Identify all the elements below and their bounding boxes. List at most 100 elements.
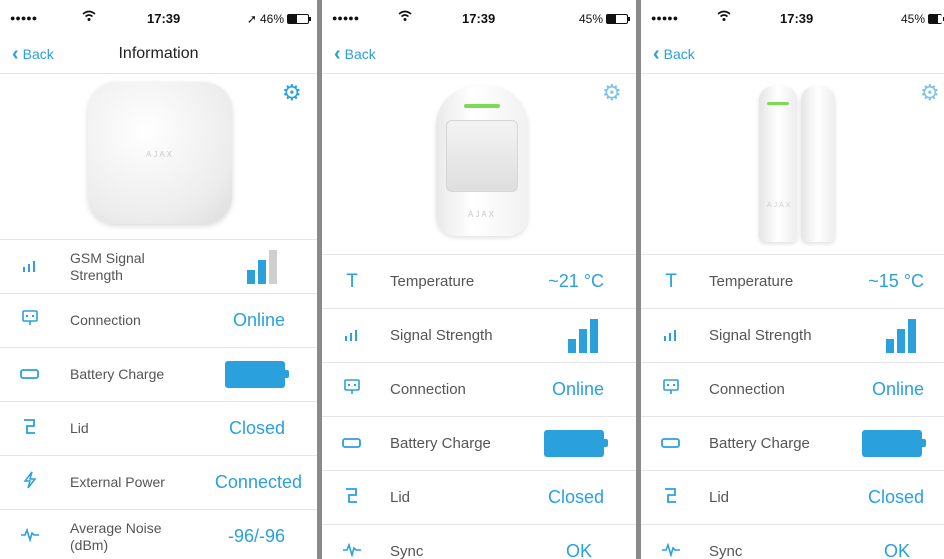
- row-label: Sync: [709, 543, 743, 559]
- wifi-icon: [717, 9, 731, 25]
- battery-status: ➚ 46%: [246, 12, 311, 26]
- battery-icon: [20, 364, 40, 385]
- row-value: ~21 °C: [548, 271, 604, 291]
- device-logo: AJAX: [145, 150, 174, 159]
- signal-strength-bars: [886, 318, 916, 353]
- location-arrow-icon: ➚: [246, 12, 257, 26]
- signal-bar-3: [269, 249, 277, 284]
- door-sensor-body-image: [759, 86, 797, 242]
- row-label: External Power: [70, 474, 165, 490]
- signal-bar-2: [897, 328, 905, 353]
- device-image-area: AJAX ⚙: [0, 74, 317, 240]
- row-label: Signal Strength: [390, 327, 493, 344]
- battery-percent: 46%: [259, 12, 284, 26]
- battery-percent: 45%: [578, 12, 603, 26]
- info-row-external-power: External Power Connected: [0, 456, 317, 510]
- signal-bar-1: [886, 338, 894, 353]
- cellular-signal-dots: ●●●●●: [332, 13, 360, 23]
- temperature-icon: T: [346, 270, 358, 292]
- chevron-left-icon: ‹: [653, 43, 660, 65]
- battery-badge: 100%: [543, 430, 609, 457]
- info-row-sync: Sync OK: [322, 525, 636, 559]
- motion-detector-image: AJAX: [436, 86, 528, 236]
- row-value: -96/-96: [227, 526, 285, 546]
- row-label: Connection: [70, 312, 141, 328]
- row-value: Online: [551, 379, 604, 399]
- row-label: Temperature: [390, 273, 475, 290]
- info-row-sync: Sync OK: [641, 525, 944, 559]
- row-label: Battery Charge: [390, 435, 491, 452]
- info-row-battery: Battery Charge 100%: [0, 348, 317, 402]
- nav-bar: ‹ Back: [641, 38, 944, 74]
- device-image-area: AJAX ⚙: [641, 74, 944, 255]
- info-row-average-noise: Average Noise (dBm) -96/-96: [0, 510, 317, 559]
- device-logo: AJAX: [467, 210, 496, 219]
- info-row-signal: Signal Strength: [322, 309, 636, 363]
- info-row-lid: Lid Closed: [0, 402, 317, 456]
- info-row-battery: Battery Charge 100%: [641, 417, 944, 471]
- row-value: Closed: [867, 487, 924, 507]
- connection-icon: [342, 378, 362, 401]
- signal-strength-bars: [247, 249, 277, 284]
- info-row-lid: Lid Closed: [322, 471, 636, 525]
- clock: 17:39: [147, 11, 181, 26]
- nav-bar: ‹ Back Information: [0, 38, 317, 74]
- gear-icon[interactable]: ⚙: [602, 80, 622, 106]
- signal-bar-2: [258, 259, 266, 284]
- page-title: Information: [118, 45, 199, 62]
- status-led: [464, 104, 500, 108]
- info-row-connection: Connection Online: [641, 363, 944, 417]
- battery-level-icon: [928, 14, 944, 24]
- row-label: Lid: [70, 420, 89, 436]
- status-bar: ●●●●● 17:39 45%: [322, 0, 636, 38]
- door-sensor-magnet-image: [801, 86, 835, 242]
- temperature-icon: T: [665, 270, 677, 292]
- info-row-gsm-signal: GSM Signal Strength: [0, 240, 317, 294]
- info-row-temperature: T Temperature ~15 °C: [641, 255, 944, 309]
- row-value: OK: [883, 541, 910, 559]
- device-logo: AJAX: [767, 202, 793, 209]
- sync-icon: [342, 541, 362, 559]
- signal-bar-1: [247, 269, 255, 284]
- info-row-lid: Lid Closed: [641, 471, 944, 525]
- signal-bar-2: [579, 328, 587, 353]
- row-label: GSM Signal Strength: [70, 249, 145, 283]
- power-icon: [20, 471, 40, 494]
- hub-info-screen: ●●●●● 17:39 ➚ 46% ‹ Back Information AJA…: [0, 0, 317, 559]
- clock: 17:39: [462, 11, 496, 26]
- row-value: Online: [871, 379, 924, 399]
- row-value: OK: [565, 541, 592, 559]
- back-button[interactable]: ‹ Back: [653, 43, 695, 65]
- row-label: Lid: [390, 489, 411, 506]
- screenshot-composite: ●●●●● 17:39 ➚ 46% ‹ Back Information AJA…: [0, 0, 944, 559]
- battery-level-icon: [287, 14, 311, 24]
- battery-percent: 45%: [900, 12, 925, 26]
- door-sensor-info-screen: ●●●●● 17:39 45% ‹ Back AJAX ⚙ T Temperat…: [641, 0, 944, 559]
- info-row-signal: Signal Strength: [641, 309, 944, 363]
- battery-icon: [661, 433, 681, 454]
- cellular-signal-dots: ●●●●●: [651, 13, 679, 23]
- status-bar: ●●●●● 17:39 45%: [641, 0, 944, 38]
- signal-icon: [661, 325, 681, 346]
- back-button[interactable]: ‹ Back: [334, 44, 376, 64]
- gear-icon[interactable]: ⚙: [920, 80, 940, 106]
- signal-bar-3: [908, 318, 916, 353]
- wifi-icon: [82, 9, 96, 25]
- lid-icon: [342, 486, 362, 509]
- row-label: Sync: [390, 543, 424, 559]
- info-row-connection: Connection Online: [322, 363, 636, 417]
- row-value: ~15 °C: [868, 271, 924, 291]
- row-label: Signal Strength: [709, 327, 812, 344]
- row-value: Online: [232, 310, 285, 330]
- battery-icon: [342, 433, 362, 454]
- lid-icon: [20, 417, 40, 440]
- back-label: Back: [344, 46, 376, 62]
- motion-detector-info-screen: ●●●●● 17:39 45% ‹ Back AJAX ⚙ T Temperat…: [322, 0, 636, 559]
- signal-bar-3: [590, 318, 598, 353]
- gear-icon[interactable]: ⚙: [282, 80, 302, 106]
- lid-icon: [661, 486, 681, 509]
- cellular-signal-dots: ●●●●●: [10, 13, 38, 23]
- connection-icon: [20, 309, 40, 332]
- row-label: Temperature: [709, 273, 794, 290]
- info-row-battery: Battery Charge 100%: [322, 417, 636, 471]
